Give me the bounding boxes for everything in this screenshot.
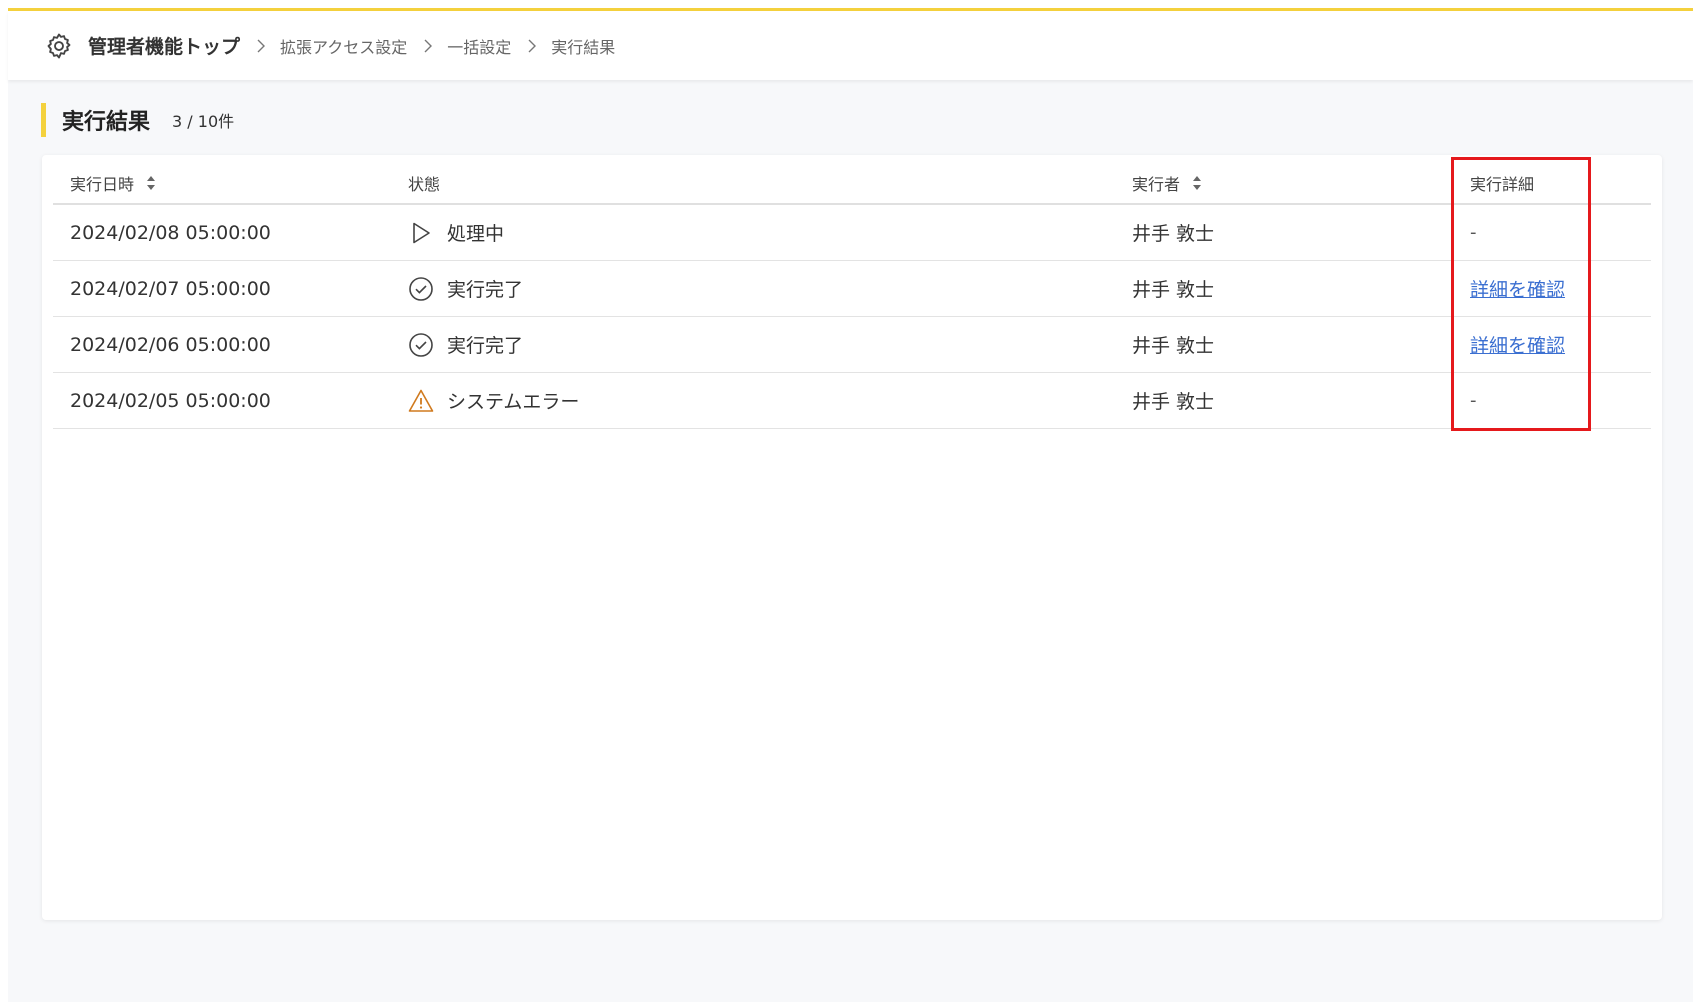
cell-executor: 井手 敦士 (1132, 223, 1215, 245)
cell-status: 実行完了 (391, 275, 1115, 302)
column-header-executor[interactable]: 実行者 (1115, 171, 1453, 195)
cell-datetime: 2024/02/06 05:00:00 (70, 333, 271, 356)
chevron-right-icon (254, 38, 268, 54)
breadcrumb-bulk-settings[interactable]: 一括設定 (447, 34, 511, 58)
table-row: 2024/02/05 05:00:00 システムエラー 井手 敦士 - (53, 373, 1651, 429)
page-title: 実行結果 (62, 110, 151, 135)
results-table: 実行日時 状態 実行者 実行詳細 2024/02/08 05:00:00 処理中 (53, 163, 1651, 429)
view-detail-link[interactable]: 詳細を確認 (1470, 331, 1565, 358)
sort-icon[interactable] (146, 174, 156, 192)
chevron-right-icon (421, 38, 435, 54)
table-row: 2024/02/06 05:00:00 実行完了 井手 敦士 詳細を確認 (53, 317, 1651, 373)
cell-status: 処理中 (391, 219, 1115, 246)
cell-executor: 井手 敦士 (1132, 279, 1215, 301)
cell-datetime: 2024/02/08 05:00:00 (70, 221, 271, 244)
breadcrumb-admin-top[interactable]: 管理者機能トップ (88, 32, 240, 59)
results-card: 実行日時 状態 実行者 実行詳細 2024/02/08 05:00:00 処理中 (42, 155, 1662, 920)
table-row: 2024/02/07 05:00:00 実行完了 井手 敦士 詳細を確認 (53, 261, 1651, 317)
cell-detail-empty: - (1470, 222, 1477, 243)
gear-icon[interactable] (44, 31, 74, 61)
cell-executor: 井手 敦士 (1132, 335, 1215, 357)
page-title-row: 実行結果 3 / 10件 (41, 103, 234, 137)
cell-detail-empty: - (1470, 390, 1477, 411)
table-row: 2024/02/08 05:00:00 処理中 井手 敦士 - (53, 205, 1651, 261)
column-header-datetime[interactable]: 実行日時 (53, 171, 391, 195)
check-circle-icon (408, 332, 434, 358)
play-icon (408, 220, 434, 246)
cell-status: システムエラー (391, 387, 1115, 414)
result-count: 3 / 10件 (172, 112, 235, 131)
cell-datetime: 2024/02/07 05:00:00 (70, 277, 271, 300)
sort-icon[interactable] (1192, 174, 1202, 192)
cell-datetime: 2024/02/05 05:00:00 (70, 389, 271, 412)
cell-status: 実行完了 (391, 331, 1115, 358)
column-header-detail: 実行詳細 (1470, 175, 1535, 194)
table-header: 実行日時 状態 実行者 実行詳細 (53, 163, 1651, 205)
title-accent-bar (41, 103, 46, 137)
check-circle-icon (408, 276, 434, 302)
cell-executor: 井手 敦士 (1132, 391, 1215, 413)
breadcrumb-current: 実行結果 (551, 37, 616, 57)
column-header-status: 状態 (408, 175, 441, 194)
warning-icon (408, 388, 434, 414)
view-detail-link[interactable]: 詳細を確認 (1470, 275, 1565, 302)
breadcrumb: 管理者機能トップ 拡張アクセス設定 一括設定 実行結果 (8, 11, 1693, 80)
chevron-right-icon (525, 38, 539, 54)
breadcrumb-extended-access[interactable]: 拡張アクセス設定 (280, 34, 407, 58)
